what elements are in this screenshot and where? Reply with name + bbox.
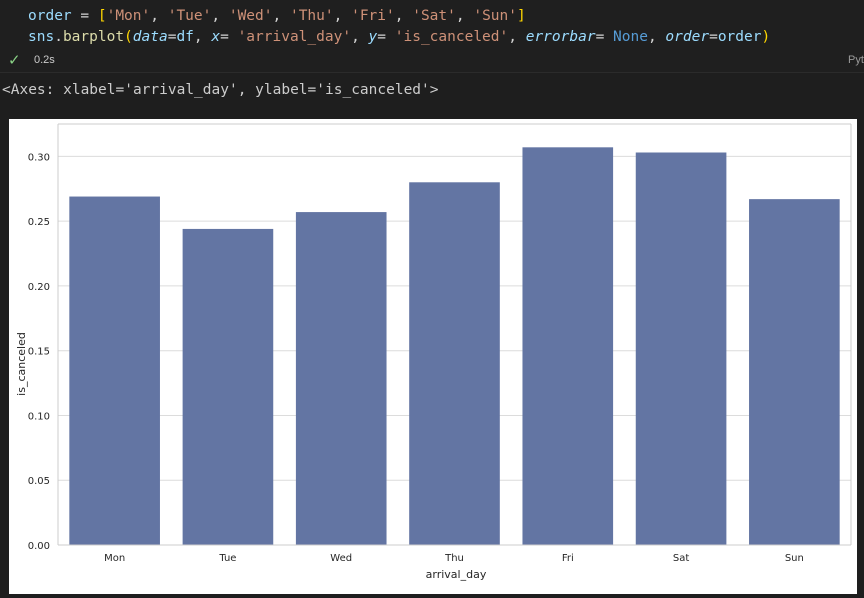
code-token: 'Wed' xyxy=(228,8,273,24)
bar xyxy=(635,152,727,545)
code-token: y xyxy=(368,29,378,45)
code-token: , xyxy=(508,29,526,45)
code-token: 'arrival_day' xyxy=(237,29,352,45)
checkmark-icon: ✓ xyxy=(8,51,21,69)
cell-divider xyxy=(0,72,864,73)
x-tick-label: Mon xyxy=(104,553,125,564)
y-tick-label: 0.30 xyxy=(28,152,50,163)
code-token: = xyxy=(709,29,718,45)
code-token: ( xyxy=(124,29,133,45)
x-tick-label: Fri xyxy=(562,553,574,564)
x-tick-label: Tue xyxy=(218,553,236,564)
y-tick-label: 0.20 xyxy=(28,282,50,293)
code-token: . xyxy=(54,29,63,45)
code-token: = xyxy=(377,29,395,45)
code-token: order xyxy=(717,29,762,45)
y-tick-label: 0.00 xyxy=(28,541,50,552)
x-tick-label: Sun xyxy=(785,553,804,564)
code-line-1: order = ['Mon', 'Tue', 'Wed', 'Thu', 'Fr… xyxy=(28,8,526,24)
code-token: , xyxy=(211,8,229,24)
y-tick-label: 0.15 xyxy=(28,347,50,358)
y-tick-label: 0.10 xyxy=(28,411,50,422)
code-token: , xyxy=(455,8,474,24)
code-token: ] xyxy=(517,8,526,24)
y-axis-label: is_canceled xyxy=(15,332,28,396)
bar-chart: 0.00 0.05 0.10 0.15 0.20 0.25 0.30 Mon Tue Wed Thu… xyxy=(15,123,852,581)
code-token: , xyxy=(333,8,352,24)
code-token: [ xyxy=(97,8,107,24)
code-token: df xyxy=(176,29,194,45)
code-token: = xyxy=(71,8,98,24)
execution-time: 0.2s xyxy=(34,54,55,66)
code-token: , xyxy=(394,8,413,24)
code-token: 'Mon' xyxy=(106,8,151,24)
x-tick-label: Sat xyxy=(673,553,689,564)
code-token: , xyxy=(272,8,290,24)
y-tick-label: 0.25 xyxy=(28,217,50,228)
bar xyxy=(69,196,160,545)
code-token: 'Sun' xyxy=(473,8,517,24)
code-token: 'Sat' xyxy=(412,8,456,24)
code-token: 'is_canceled' xyxy=(394,29,509,45)
code-token: , xyxy=(647,29,666,45)
code-token: , xyxy=(351,29,369,45)
bar xyxy=(522,147,614,545)
code-token: order xyxy=(28,8,72,24)
code-cell[interactable]: order = ['Mon', 'Tue', 'Wed', 'Thu', 'Fr… xyxy=(0,0,864,72)
bar xyxy=(409,182,500,546)
cell-status-bar: ✓ 0.2s Pyt xyxy=(0,50,864,72)
code-token: x xyxy=(211,29,221,45)
code-token: 'Fri' xyxy=(351,8,395,24)
plot-output: 0.00 0.05 0.10 0.15 0.20 0.25 0.30 Mon Tue Wed Thu… xyxy=(9,119,857,594)
bar xyxy=(182,228,274,545)
code-token: 'Tue' xyxy=(167,8,212,24)
x-tick-label: Thu xyxy=(444,553,464,564)
output-text: <Axes: xlabel='arrival_day', ylabel='is_… xyxy=(2,82,439,98)
code-token: order xyxy=(665,29,710,45)
code-line-2: sns.barplot(data=df, x= 'arrival_day', y… xyxy=(28,29,770,45)
code-token: ) xyxy=(761,29,771,45)
code-token: sns xyxy=(28,29,55,45)
code-token: data xyxy=(132,29,168,45)
kernel-language-label[interactable]: Pyt xyxy=(848,54,864,66)
y-tick-label: 0.05 xyxy=(28,476,50,487)
code-token: = xyxy=(595,29,614,45)
code-token: None xyxy=(613,29,648,45)
bar xyxy=(295,212,387,545)
code-token: barplot xyxy=(62,29,125,45)
bar xyxy=(749,199,840,545)
code-token: , xyxy=(150,8,168,24)
bars xyxy=(69,147,840,546)
code-token: errorbar xyxy=(525,29,596,45)
x-axis-label: arrival_day xyxy=(426,568,487,581)
code-token: = xyxy=(220,29,238,45)
code-token: , xyxy=(193,29,212,45)
x-tick-label: Wed xyxy=(330,553,352,564)
code-token: 'Thu' xyxy=(289,8,334,24)
